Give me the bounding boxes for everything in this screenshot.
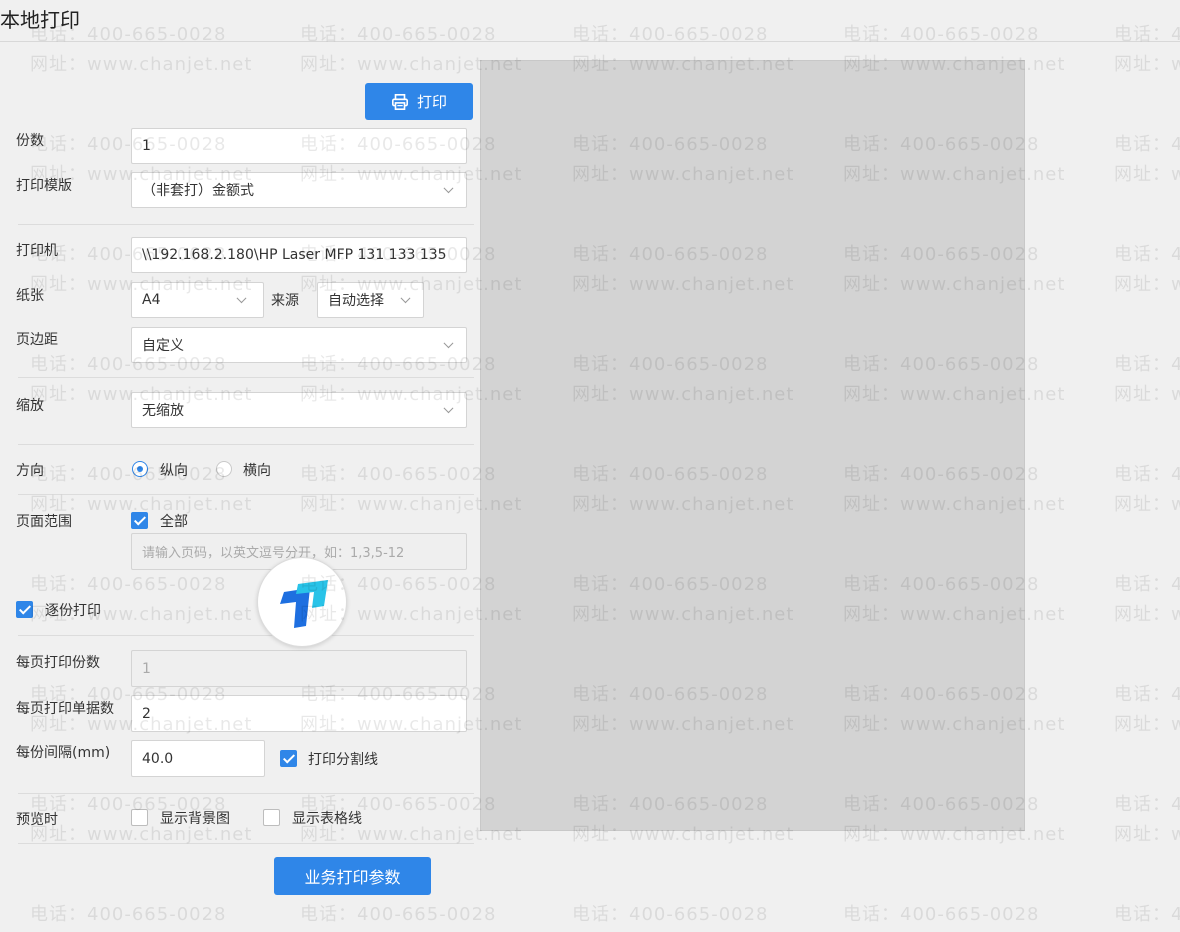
printer-select[interactable]: \\192.168.2.180\HP Laser MFP 131 133 135 xyxy=(131,237,467,273)
source-select[interactable]: 自动选择 xyxy=(317,282,424,318)
orientation-portrait-radio[interactable] xyxy=(132,461,148,477)
scale-select-value: 无缩放 xyxy=(142,403,184,419)
title-divider xyxy=(0,41,1180,42)
copies-per-page-input[interactable]: 1 xyxy=(131,650,467,687)
chevron-down-icon xyxy=(400,293,411,304)
printer-label: 打印机 xyxy=(16,243,58,259)
watermark-phone: 电话：400-665-0028 xyxy=(1114,574,1180,595)
business-print-params-button[interactable]: 业务打印参数 xyxy=(274,857,431,895)
print-button-label: 打印 xyxy=(416,93,447,111)
divider xyxy=(18,793,474,794)
watermark-site: 网址：www.chanjet.net xyxy=(1114,54,1180,75)
watermark-phone: 电话：400-665-0028 xyxy=(1114,464,1180,485)
chevron-down-icon xyxy=(443,338,454,349)
watermark-site: 网址：www.chanjet.net xyxy=(1114,604,1180,625)
divider xyxy=(18,494,474,495)
preview-label: 预览时 xyxy=(16,812,58,828)
watermark-phone: 电话：400-665-0028 xyxy=(30,574,227,595)
orientation-portrait-label: 纵向 xyxy=(160,463,188,479)
page-title: 本地打印 xyxy=(0,8,80,32)
watermark-site: 网址：www.chanjet.net xyxy=(1114,384,1180,405)
watermark-site: 网址：www.chanjet.net xyxy=(30,54,253,75)
watermark-phone: 电话：400-665-0028 xyxy=(30,464,227,485)
watermark-phone: 电话：400-665-0028 xyxy=(300,24,497,45)
margin-select[interactable]: 自定义 xyxy=(131,327,467,363)
watermark-phone: 电话：400-665-0028 xyxy=(300,904,497,925)
orientation-landscape-radio[interactable] xyxy=(216,461,232,477)
chevron-down-icon xyxy=(443,183,454,194)
template-label: 打印模版 xyxy=(16,178,72,194)
paper-select[interactable]: A4 xyxy=(131,282,264,318)
scale-select[interactable]: 无缩放 xyxy=(131,392,467,428)
watermark-phone: 电话：400-665-0028 xyxy=(30,904,227,925)
chevron-down-icon xyxy=(443,403,454,414)
gap-input[interactable]: 40.0 xyxy=(131,740,265,777)
template-select[interactable]: （非套打）金额式 xyxy=(131,172,467,208)
print-button[interactable]: 打印 xyxy=(365,83,473,120)
paper-select-value: A4 xyxy=(142,292,161,308)
watermark-phone: 电话：400-665-0028 xyxy=(1114,354,1180,375)
docs-per-page-input[interactable]: 2 xyxy=(131,695,467,732)
watermark-site: 网址：www.chanjet.net xyxy=(1114,274,1180,295)
margin-label: 页边距 xyxy=(16,332,58,348)
divider xyxy=(18,444,474,445)
chanjet-logo-icon xyxy=(257,557,347,647)
watermark-site: 网址：www.chanjet.net xyxy=(1114,494,1180,515)
copies-input[interactable]: 1 xyxy=(131,128,467,164)
watermark-phone: 电话：400-665-0028 xyxy=(300,464,497,485)
divider xyxy=(18,843,474,844)
watermark-phone: 电话：400-665-0028 xyxy=(1114,134,1180,155)
page-range-all-label: 全部 xyxy=(160,514,188,530)
gap-label: 每份间隔(mm) xyxy=(16,745,111,761)
watermark-phone: 电话：400-665-0028 xyxy=(572,904,769,925)
page-range-label: 页面范围 xyxy=(16,514,72,530)
paper-label: 纸张 xyxy=(16,288,44,304)
docs-per-page-label: 每页打印单据数 xyxy=(16,701,114,717)
show-background-label: 显示背景图 xyxy=(160,811,230,827)
orientation-label: 方向 xyxy=(16,463,44,479)
copies-per-page-label: 每页打印份数 xyxy=(16,655,100,671)
watermark-phone: 电话：400-665-0028 xyxy=(572,24,769,45)
scale-label: 缩放 xyxy=(16,398,44,414)
watermark-phone: 电话：400-665-0028 xyxy=(843,24,1040,45)
print-divider-checkbox[interactable] xyxy=(280,750,297,767)
watermark-phone: 电话：400-665-0028 xyxy=(1114,794,1180,815)
divider xyxy=(18,377,474,378)
margin-select-value: 自定义 xyxy=(142,338,184,354)
watermark-phone: 电话：400-665-0028 xyxy=(1114,904,1180,925)
chevron-down-icon xyxy=(236,293,247,304)
watermark-site: 网址：www.chanjet.net xyxy=(1114,824,1180,845)
divider xyxy=(18,635,474,636)
copies-label: 份数 xyxy=(16,133,44,149)
collate-label: 逐份打印 xyxy=(45,603,101,619)
template-select-value: （非套打）金额式 xyxy=(142,183,254,199)
watermark-phone: 电话：400-665-0028 xyxy=(1114,244,1180,265)
divider xyxy=(18,224,474,225)
watermark-phone: 电话：400-665-0028 xyxy=(1114,24,1180,45)
orientation-landscape-label: 横向 xyxy=(243,463,271,479)
print-divider-label: 打印分割线 xyxy=(308,752,378,768)
watermark-phone: 电话：400-665-0028 xyxy=(1114,684,1180,705)
show-gridlines-label: 显示表格线 xyxy=(292,811,362,827)
watermark-phone: 电话：400-665-0028 xyxy=(843,904,1040,925)
printer-icon xyxy=(391,93,408,110)
collate-checkbox[interactable] xyxy=(16,601,33,618)
show-background-checkbox[interactable] xyxy=(131,809,148,826)
watermark-site: 网址：www.chanjet.net xyxy=(1114,164,1180,185)
source-label: 来源 xyxy=(271,293,299,309)
show-gridlines-checkbox[interactable] xyxy=(263,809,280,826)
source-select-value: 自动选择 xyxy=(328,293,384,309)
watermark-site: 网址：www.chanjet.net xyxy=(1114,714,1180,735)
print-preview-area xyxy=(480,60,1025,831)
page-range-all-checkbox[interactable] xyxy=(131,512,148,529)
